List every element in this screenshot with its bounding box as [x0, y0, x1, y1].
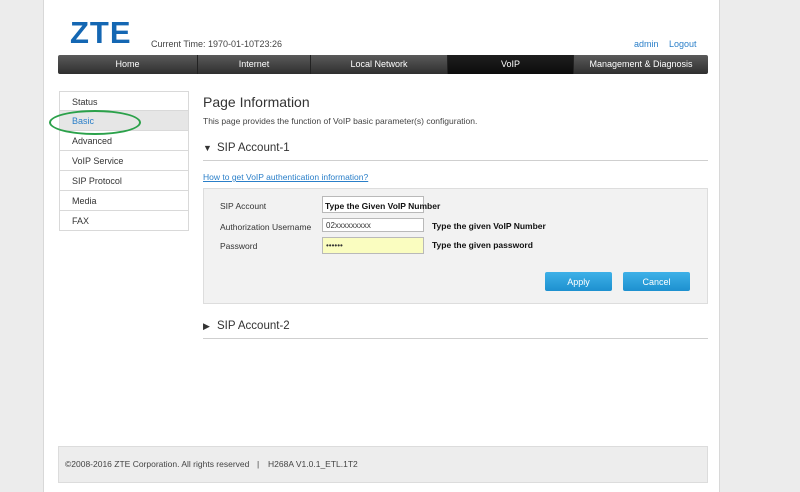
sidebar-item-sip-protocol[interactable]: SIP Protocol	[59, 171, 189, 191]
sidebar-item-status[interactable]: Status	[59, 91, 189, 111]
sip-account-annotation: Type the Given VoIP Number	[325, 201, 441, 211]
sidebar-item-fax[interactable]: FAX	[59, 211, 189, 231]
collapse-arrow-icon: ▼	[203, 143, 212, 153]
section-title: SIP Account-1	[217, 142, 290, 154]
current-time-label: Current Time:	[151, 39, 206, 49]
tab-local-network[interactable]: Local Network	[311, 55, 448, 74]
password-annotation: Type the given password	[432, 240, 533, 250]
admin-link[interactable]: admin	[634, 39, 659, 49]
main-nav: Home Internet Local Network VoIP Managem…	[58, 55, 708, 74]
sip-account-label: SIP Account	[220, 201, 267, 211]
password-label: Password	[220, 241, 258, 251]
page-description: This page provides the function of VoIP …	[203, 116, 478, 126]
tab-internet[interactable]: Internet	[198, 55, 311, 74]
voip-auth-help-link[interactable]: How to get VoIP authentication informati…	[203, 172, 368, 182]
auth-username-label: Authorization Username	[220, 222, 312, 232]
logout-link[interactable]: Logout	[669, 39, 697, 49]
footer-version: H268A V1.0.1_ETL.1T2	[268, 459, 358, 469]
sidebar-item-voip-service[interactable]: VoIP Service	[59, 151, 189, 171]
auth-username-annotation: Type the given VoIP Number	[432, 221, 546, 231]
current-time-value: 1970-01-10T23:26	[208, 39, 283, 49]
sidebar-item-media[interactable]: Media	[59, 191, 189, 211]
section-title: SIP Account-2	[217, 320, 290, 332]
password-input[interactable]	[322, 237, 424, 254]
apply-button[interactable]: Apply	[545, 272, 612, 291]
expand-arrow-icon: ▶	[203, 321, 210, 331]
tab-home[interactable]: Home	[58, 55, 198, 74]
highlight-ring-annotation	[49, 110, 141, 135]
cancel-button[interactable]: Cancel	[623, 272, 690, 291]
section-sip-account-1[interactable]: ▼ SIP Account-1	[203, 142, 708, 161]
tab-management-diagnosis[interactable]: Management & Diagnosis	[574, 55, 708, 74]
tab-voip[interactable]: VoIP	[448, 55, 574, 74]
zte-logo: ZTE	[70, 15, 132, 50]
auth-username-input[interactable]	[322, 218, 424, 232]
footer-copyright: ©2008-2016 ZTE Corporation. All rights r…	[65, 459, 250, 469]
footer-separator: |	[257, 459, 260, 469]
page-title: Page Information	[203, 94, 310, 110]
section-sip-account-2[interactable]: ▶ SIP Account-2	[203, 320, 708, 339]
